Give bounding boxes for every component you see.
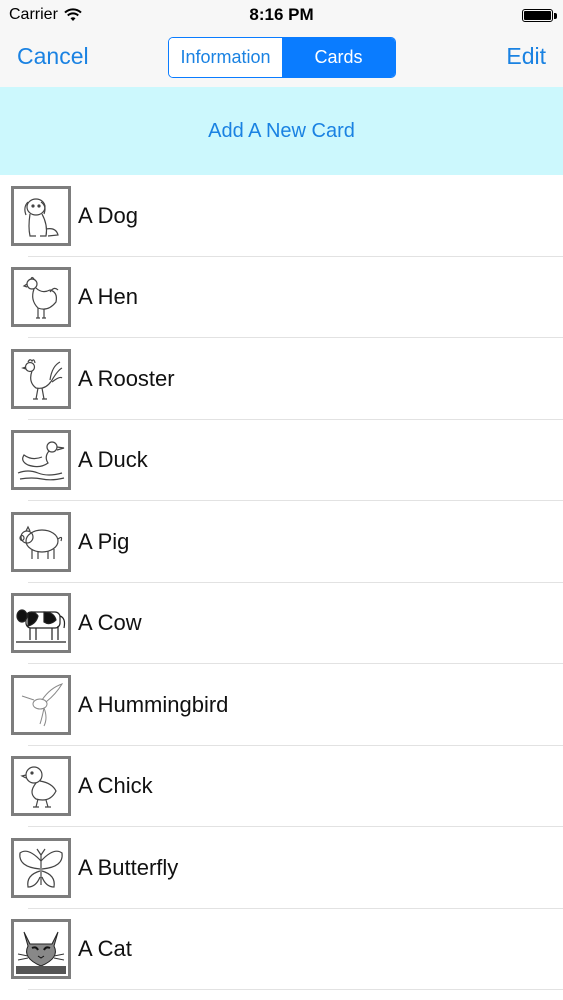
card-row[interactable]: A Butterfly xyxy=(0,827,563,909)
card-row[interactable]: A Rooster xyxy=(0,338,563,420)
card-row[interactable]: A Dog xyxy=(0,175,563,257)
chick-icon xyxy=(11,756,71,817)
card-row[interactable]: A Hummingbird xyxy=(0,664,563,746)
card-label: A Duck xyxy=(78,447,148,473)
card-label: A Rooster xyxy=(78,365,175,391)
card-label: A Butterfly xyxy=(78,854,179,880)
add-new-card-label: Add A New Card xyxy=(208,119,355,142)
card-row[interactable]: A Chick xyxy=(0,746,563,828)
card-label: A Dog xyxy=(78,202,138,228)
card-row[interactable]: A Pig xyxy=(0,501,563,583)
cancel-button[interactable]: Cancel xyxy=(17,43,89,70)
battery-icon xyxy=(522,9,553,22)
status-bar: Carrier 8:16 PM xyxy=(0,0,563,30)
card-label: A Hen xyxy=(78,284,138,310)
card-row[interactable]: A Cat xyxy=(0,909,563,991)
status-time: 8:16 PM xyxy=(249,5,314,24)
card-label: A Cow xyxy=(78,610,142,636)
segment-information[interactable]: Information xyxy=(169,38,282,77)
battery-nub xyxy=(554,13,557,19)
cow-icon xyxy=(11,593,71,654)
hummingbird-icon xyxy=(11,674,71,735)
navigation-bar: Cancel Information Cards Edit xyxy=(0,30,563,87)
card-row[interactable]: A Cow xyxy=(0,583,563,665)
hen-icon xyxy=(11,267,71,328)
duck-icon xyxy=(11,430,71,491)
edit-button[interactable]: Edit xyxy=(506,43,546,70)
dog-icon xyxy=(11,185,71,246)
butterfly-icon xyxy=(11,837,71,898)
card-row[interactable]: A Duck xyxy=(0,420,563,502)
card-label: A Chick xyxy=(78,773,153,799)
card-row[interactable]: A Hen xyxy=(0,257,563,339)
cat-icon xyxy=(11,919,71,980)
card-label: A Hummingbird xyxy=(78,691,229,717)
segment-cards[interactable]: Cards xyxy=(282,38,395,77)
pig-icon xyxy=(11,511,71,572)
add-new-card-row[interactable]: Add A New Card xyxy=(0,87,563,175)
segmented-control: Information Cards xyxy=(168,37,396,78)
rooster-icon xyxy=(11,348,71,409)
card-label: A Cat xyxy=(78,936,132,962)
card-label: A Pig xyxy=(78,528,130,554)
card-list: A Dog A Hen A Rooster A Duck A Pig A Cow… xyxy=(0,175,563,990)
